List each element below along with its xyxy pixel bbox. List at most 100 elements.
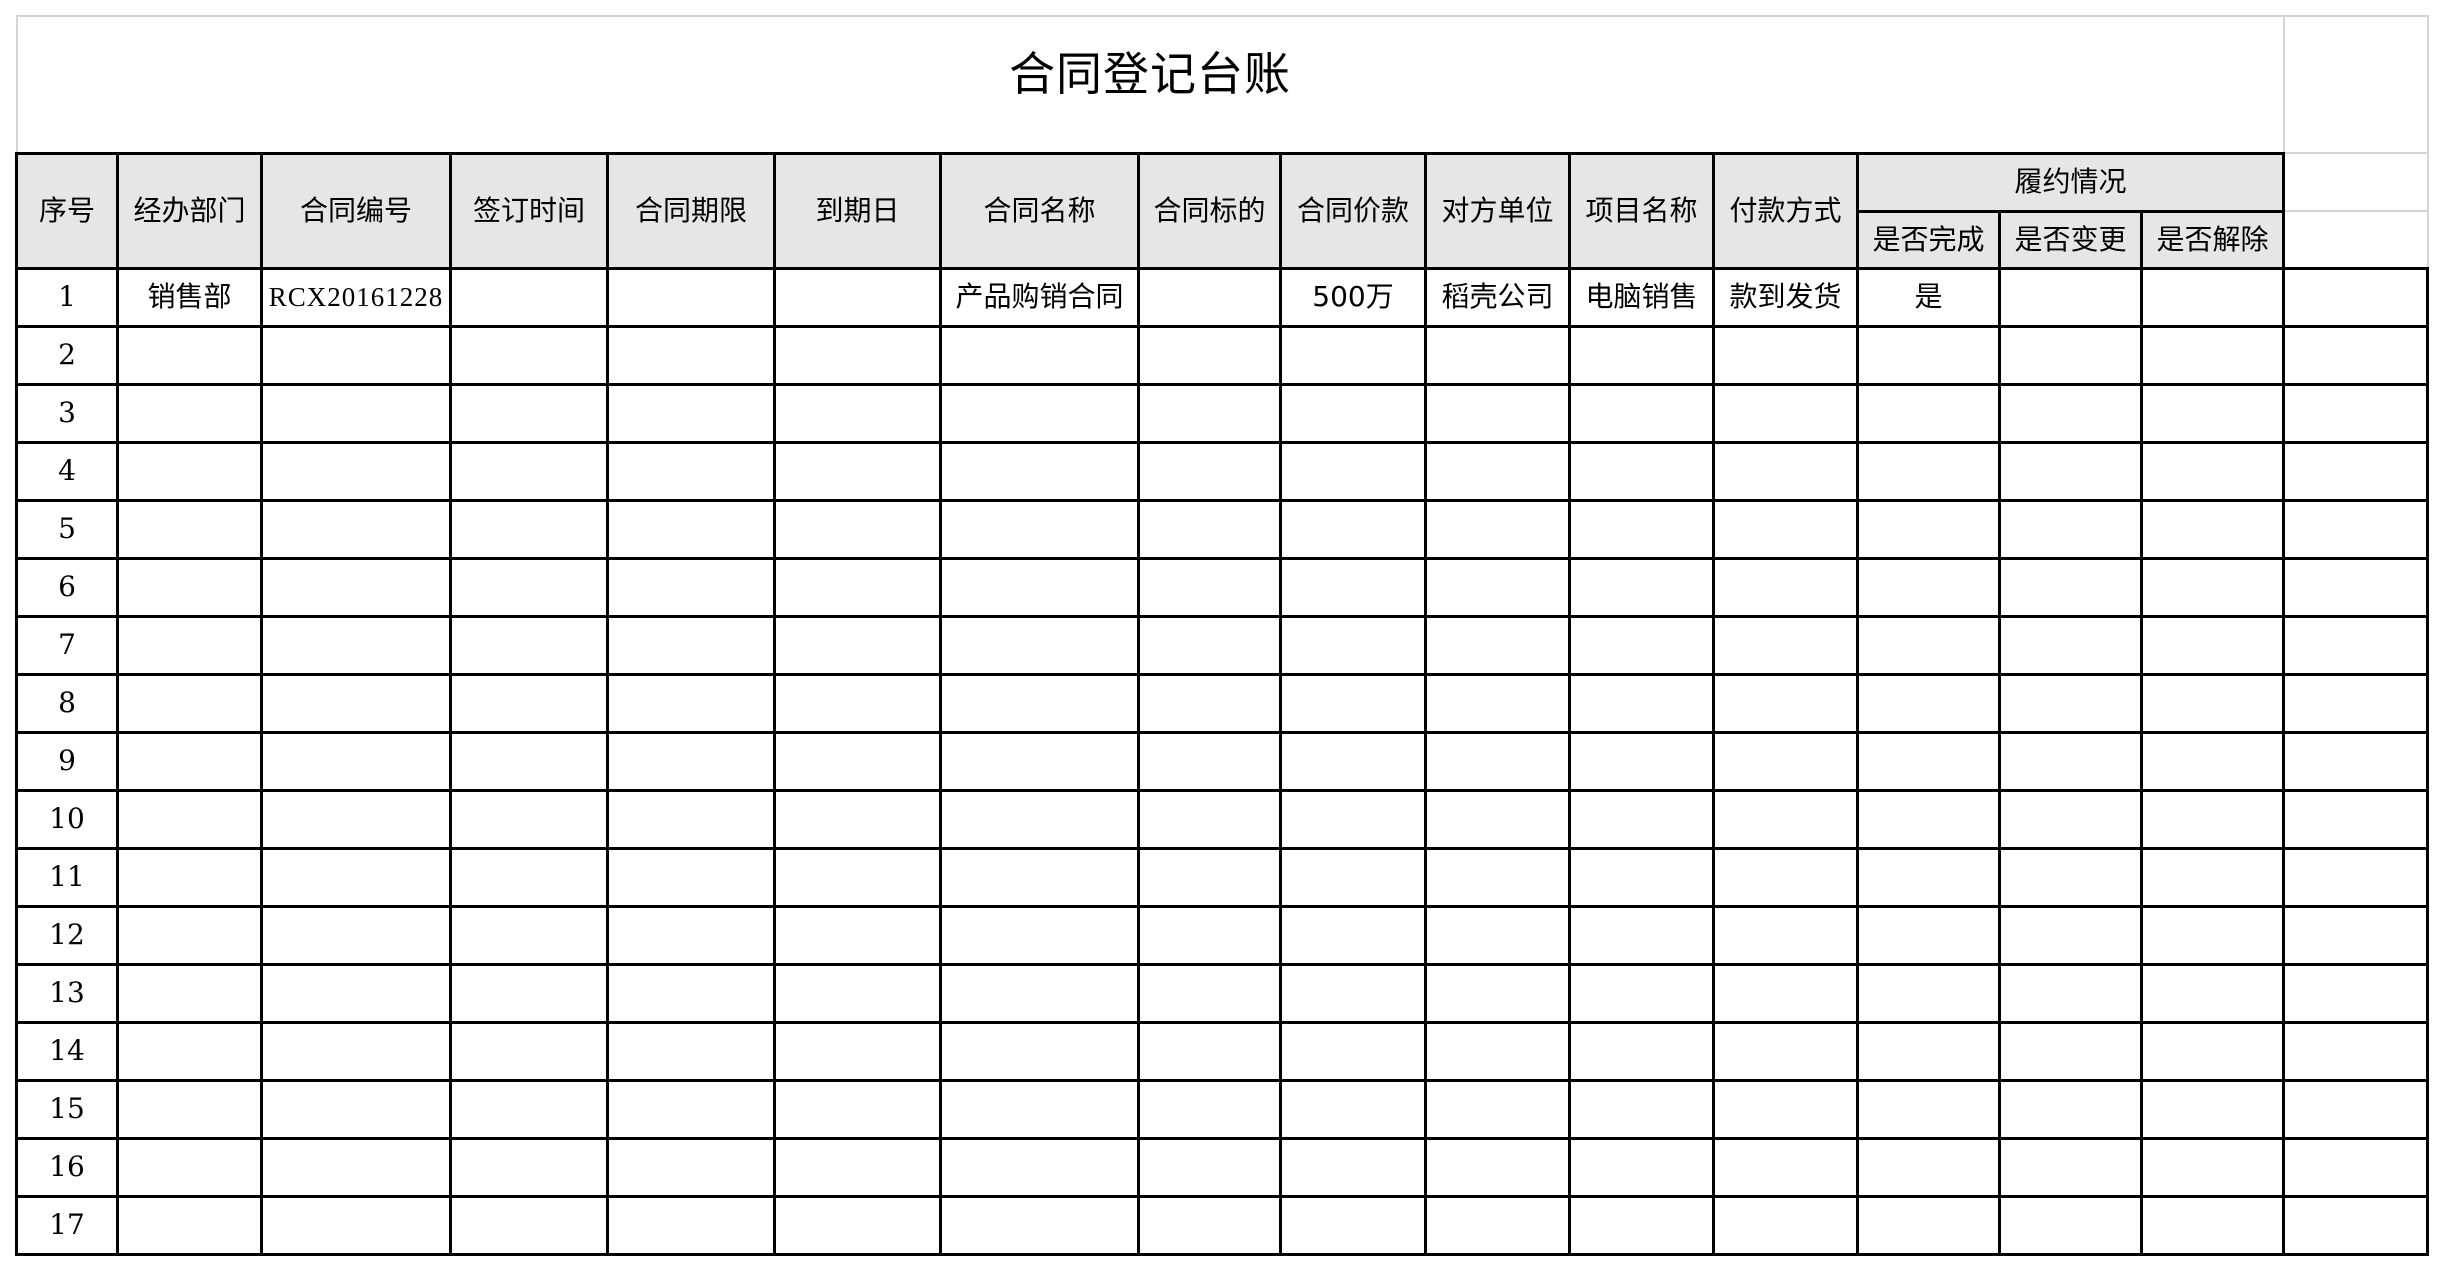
department-cell[interactable] [116,1136,263,1198]
empty-cell[interactable] [2282,672,2429,734]
term-cell[interactable] [606,962,776,1024]
sign-date-cell[interactable] [449,614,609,676]
contract-number-cell[interactable] [260,556,452,618]
price-cell[interactable] [1279,1078,1427,1140]
empty-cell[interactable] [2282,498,2429,560]
terminated-cell[interactable] [2140,556,2285,618]
price-cell[interactable] [1279,962,1427,1024]
project-cell[interactable] [1568,962,1715,1024]
counterparty-cell[interactable] [1424,788,1571,850]
due-date-cell[interactable] [773,440,942,502]
completed-cell[interactable] [1856,846,2001,908]
contract-number-cell[interactable] [260,1020,452,1082]
due-date-cell[interactable] [773,498,942,560]
counterparty-cell[interactable] [1424,556,1571,618]
price-cell[interactable] [1279,614,1427,676]
term-cell[interactable] [606,556,776,618]
subject-cell[interactable] [1137,1136,1282,1198]
terminated-cell[interactable] [2140,672,2285,734]
header-payment[interactable]: 付款方式 [1712,151,1859,270]
sign-date-cell[interactable] [449,440,609,502]
header-term[interactable]: 合同期限 [606,151,776,270]
price-cell[interactable] [1279,324,1427,386]
header-contract-number[interactable]: 合同编号 [260,151,452,270]
price-cell[interactable] [1279,1194,1427,1256]
subject-cell[interactable] [1137,556,1282,618]
contract-number-cell[interactable] [260,672,452,734]
completed-cell[interactable] [1856,1078,2001,1140]
project-cell[interactable] [1568,382,1715,444]
department-cell[interactable] [116,788,263,850]
sign-date-cell[interactable] [449,672,609,734]
terminated-cell[interactable] [2140,788,2285,850]
price-cell[interactable] [1279,730,1427,792]
completed-cell[interactable] [1856,788,2001,850]
project-cell[interactable] [1568,788,1715,850]
contract-name-cell[interactable] [939,382,1140,444]
row-number-cell[interactable]: 13 [15,962,119,1024]
row-number-cell[interactable]: 12 [15,904,119,966]
empty-cell[interactable] [2282,1020,2429,1082]
term-cell[interactable] [606,904,776,966]
sign-date-cell[interactable] [449,962,609,1024]
payment-cell[interactable] [1712,1020,1859,1082]
payment-cell[interactable] [1712,324,1859,386]
empty-cell[interactable] [2282,152,2429,212]
price-cell[interactable] [1279,846,1427,908]
changed-cell[interactable] [1998,904,2143,966]
counterparty-cell[interactable] [1424,382,1571,444]
payment-cell[interactable] [1712,1078,1859,1140]
term-cell[interactable] [606,614,776,676]
terminated-cell[interactable] [2140,440,2285,502]
header-seq[interactable]: 序号 [15,151,119,270]
payment-cell[interactable]: 款到发货 [1712,266,1859,328]
empty-cell[interactable] [2282,1136,2429,1198]
terminated-cell[interactable] [2140,846,2285,908]
empty-cell[interactable] [2282,1078,2429,1140]
department-cell[interactable] [116,614,263,676]
sign-date-cell[interactable] [449,324,609,386]
subject-cell[interactable] [1137,1194,1282,1256]
sign-date-cell[interactable] [449,730,609,792]
project-cell[interactable] [1568,324,1715,386]
header-due-date[interactable]: 到期日 [773,151,942,270]
counterparty-cell[interactable] [1424,324,1571,386]
empty-cell[interactable] [2282,382,2429,444]
department-cell[interactable] [116,440,263,502]
header-terminated[interactable]: 是否解除 [2140,209,2285,270]
price-cell[interactable] [1279,904,1427,966]
row-number-cell[interactable]: 10 [15,788,119,850]
counterparty-cell[interactable]: 稻壳公司 [1424,266,1571,328]
term-cell[interactable] [606,324,776,386]
contract-name-cell[interactable] [939,556,1140,618]
department-cell[interactable] [116,672,263,734]
contract-number-cell[interactable] [260,498,452,560]
changed-cell[interactable] [1998,962,2143,1024]
project-cell[interactable] [1568,498,1715,560]
department-cell[interactable] [116,846,263,908]
subject-cell[interactable] [1137,440,1282,502]
completed-cell[interactable] [1856,1020,2001,1082]
changed-cell[interactable] [1998,324,2143,386]
changed-cell[interactable] [1998,672,2143,734]
payment-cell[interactable] [1712,382,1859,444]
changed-cell[interactable] [1998,382,2143,444]
due-date-cell[interactable] [773,1194,942,1256]
sign-date-cell[interactable] [449,556,609,618]
due-date-cell[interactable] [773,1020,942,1082]
subject-cell[interactable] [1137,730,1282,792]
department-cell[interactable] [116,904,263,966]
empty-cell[interactable] [2282,266,2429,328]
contract-number-cell[interactable] [260,904,452,966]
header-contract-name[interactable]: 合同名称 [939,151,1140,270]
changed-cell[interactable] [1998,1136,2143,1198]
contract-name-cell[interactable] [939,846,1140,908]
project-cell[interactable] [1568,846,1715,908]
department-cell[interactable] [116,498,263,560]
empty-cell[interactable] [2282,556,2429,618]
sign-date-cell[interactable] [449,846,609,908]
term-cell[interactable] [606,788,776,850]
project-cell[interactable] [1568,1194,1715,1256]
header-department[interactable]: 经办部门 [116,151,263,270]
payment-cell[interactable] [1712,614,1859,676]
